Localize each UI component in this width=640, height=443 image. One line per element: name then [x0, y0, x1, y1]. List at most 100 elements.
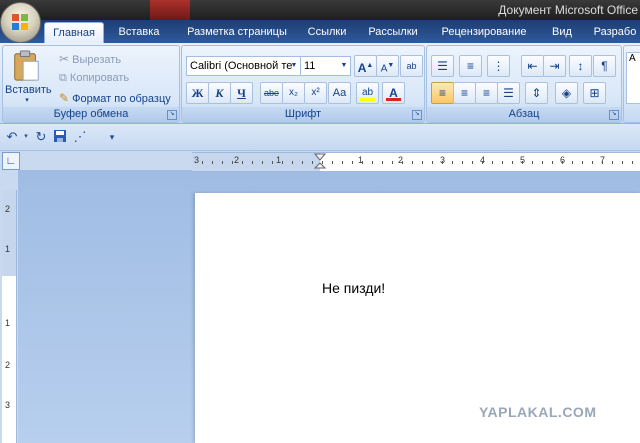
tab-review[interactable]: Рецензирование: [432, 22, 536, 43]
sort-button[interactable]: ↕: [569, 55, 592, 77]
title-bar-highlight: [150, 0, 190, 20]
paste-icon: [14, 50, 39, 81]
ruler-tick: [442, 161, 443, 164]
superscript-button[interactable]: x²: [304, 82, 327, 104]
tab-home[interactable]: Главная: [44, 22, 104, 44]
ruler-tick: [522, 161, 523, 164]
font-name-box[interactable]: Calibri (Основной те ▼: [186, 56, 301, 76]
document-text[interactable]: Не пизди!: [322, 280, 385, 296]
subscript-button[interactable]: x₂: [282, 82, 305, 104]
clipboard-group: Вставить ▾ ✂ Вырезать ⧉ Копировать ✎ Фор…: [2, 45, 180, 123]
cut-button[interactable]: ✂ Вырезать: [59, 49, 121, 69]
align-left-button[interactable]: ≡: [431, 82, 454, 104]
ruler-tick: [232, 161, 233, 164]
align-center-button[interactable]: ≡: [453, 82, 476, 104]
clear-formatting-button[interactable]: ab: [400, 55, 423, 77]
grow-font-button[interactable]: A▲: [354, 55, 377, 77]
styles-group: А: [623, 45, 640, 123]
paste-label: Вставить: [5, 84, 52, 96]
customize-toolbar-icon[interactable]: ▾: [104, 129, 120, 145]
ruler-tick: [472, 161, 473, 164]
strikethrough-button[interactable]: abe: [260, 82, 283, 104]
borders-button[interactable]: ⊞: [583, 82, 606, 104]
bullets-button[interactable]: ☰: [431, 55, 454, 77]
show-marks-button[interactable]: ¶: [593, 55, 616, 77]
horizontal-ruler[interactable]: 3 2 1 1 2 3 4 5 6 7: [192, 152, 640, 172]
tab-developer[interactable]: Разрабо: [590, 22, 640, 43]
tab-insert[interactable]: Вставка: [108, 22, 170, 43]
tab-view[interactable]: Вид: [544, 22, 580, 43]
highlight-color-bar: [360, 98, 375, 101]
numbering-button[interactable]: ≡: [459, 55, 482, 77]
ruler-tick: [312, 161, 313, 164]
ruler-tick: [592, 161, 593, 164]
chevron-down-icon[interactable]: ▾: [18, 129, 34, 145]
office-button[interactable]: [0, 2, 41, 43]
bold-button[interactable]: Ж: [186, 82, 209, 104]
ruler-tick: [302, 161, 303, 164]
highlight-button[interactable]: ab: [356, 82, 379, 104]
save-icon[interactable]: [52, 129, 68, 145]
copy-button[interactable]: ⧉ Копировать: [59, 68, 129, 88]
change-case-button[interactable]: Aa: [328, 82, 351, 104]
ruler-tick: [342, 161, 343, 164]
multilevel-list-button[interactable]: ⋮: [487, 55, 510, 77]
align-right-button[interactable]: ≡: [475, 82, 498, 104]
ruler-tick: [382, 161, 383, 164]
clipboard-group-label: Буфер обмена: [3, 107, 179, 122]
selection-icon[interactable]: ⋰: [72, 129, 88, 145]
cut-label: Вырезать: [72, 54, 122, 66]
ruler-tick: [502, 161, 503, 164]
ribbon: Вставить ▾ ✂ Вырезать ⧉ Копировать ✎ Фор…: [0, 43, 640, 124]
ruler-tick: [352, 161, 353, 164]
ruler-number: 1: [276, 155, 282, 165]
ruler-tick: [212, 161, 213, 164]
ruler-tick: [612, 161, 613, 164]
ruler-tick: [272, 161, 273, 164]
ruler-tick: [242, 161, 243, 164]
ruler-tick: [622, 161, 623, 164]
font-size-box[interactable]: 11 ▼: [300, 56, 351, 76]
font-launcher-icon[interactable]: ↘: [412, 110, 422, 120]
style-preview[interactable]: А: [626, 52, 640, 104]
ruler-tick: [452, 161, 453, 164]
ruler-tick: [512, 161, 513, 164]
numbered-list-icon: ≡: [466, 59, 474, 73]
ruler-tick: [532, 161, 533, 164]
font-color-button[interactable]: A: [382, 82, 405, 104]
paragraph-launcher-icon[interactable]: ↘: [609, 110, 619, 120]
ruler-number: 2: [5, 360, 11, 370]
ruler-margin: [2, 190, 16, 276]
ruler-tick: [222, 161, 223, 164]
tab-selector-icon[interactable]: ∟: [2, 152, 20, 170]
decrease-indent-button[interactable]: ⇤: [521, 55, 544, 77]
vertical-ruler[interactable]: 2 1 1 2 3: [2, 190, 17, 443]
line-spacing-button[interactable]: ⇕: [525, 82, 548, 104]
tab-mailings[interactable]: Рассылки: [362, 22, 424, 43]
ruler-tick: [462, 161, 463, 164]
redo-icon[interactable]: ↻: [33, 129, 49, 145]
justify-button[interactable]: ☰: [497, 82, 520, 104]
align-left-icon: ≡: [438, 86, 446, 100]
underline-button[interactable]: Ч: [230, 82, 253, 104]
clipboard-launcher-icon[interactable]: ↘: [167, 110, 177, 120]
window-title: Документ Microsoft Office: [498, 3, 638, 17]
copy-icon: ⧉: [59, 72, 67, 84]
tab-page-layout[interactable]: Разметка страницы: [178, 22, 296, 43]
ruler-tick: [372, 161, 373, 164]
line-spacing-icon: ⇕: [531, 86, 542, 100]
paint-bucket-icon: ◈: [561, 86, 572, 100]
ruler-tick: [262, 161, 263, 164]
italic-button[interactable]: К: [208, 82, 231, 104]
format-painter-button[interactable]: ✎ Формат по образцу: [59, 88, 171, 108]
ruler-tick: [602, 161, 603, 164]
shading-button[interactable]: ◈: [555, 82, 578, 104]
indent-marker-icon[interactable]: [314, 153, 326, 171]
paste-button[interactable]: Вставить ▾: [5, 48, 52, 106]
tab-references[interactable]: Ссылки: [300, 22, 354, 43]
increase-indent-button[interactable]: ⇥: [543, 55, 566, 77]
shrink-font-button[interactable]: A▼: [376, 55, 399, 77]
ruler-number: 1: [5, 318, 11, 328]
ruler-number: 1: [5, 244, 11, 254]
ruler-tick: [322, 161, 323, 164]
